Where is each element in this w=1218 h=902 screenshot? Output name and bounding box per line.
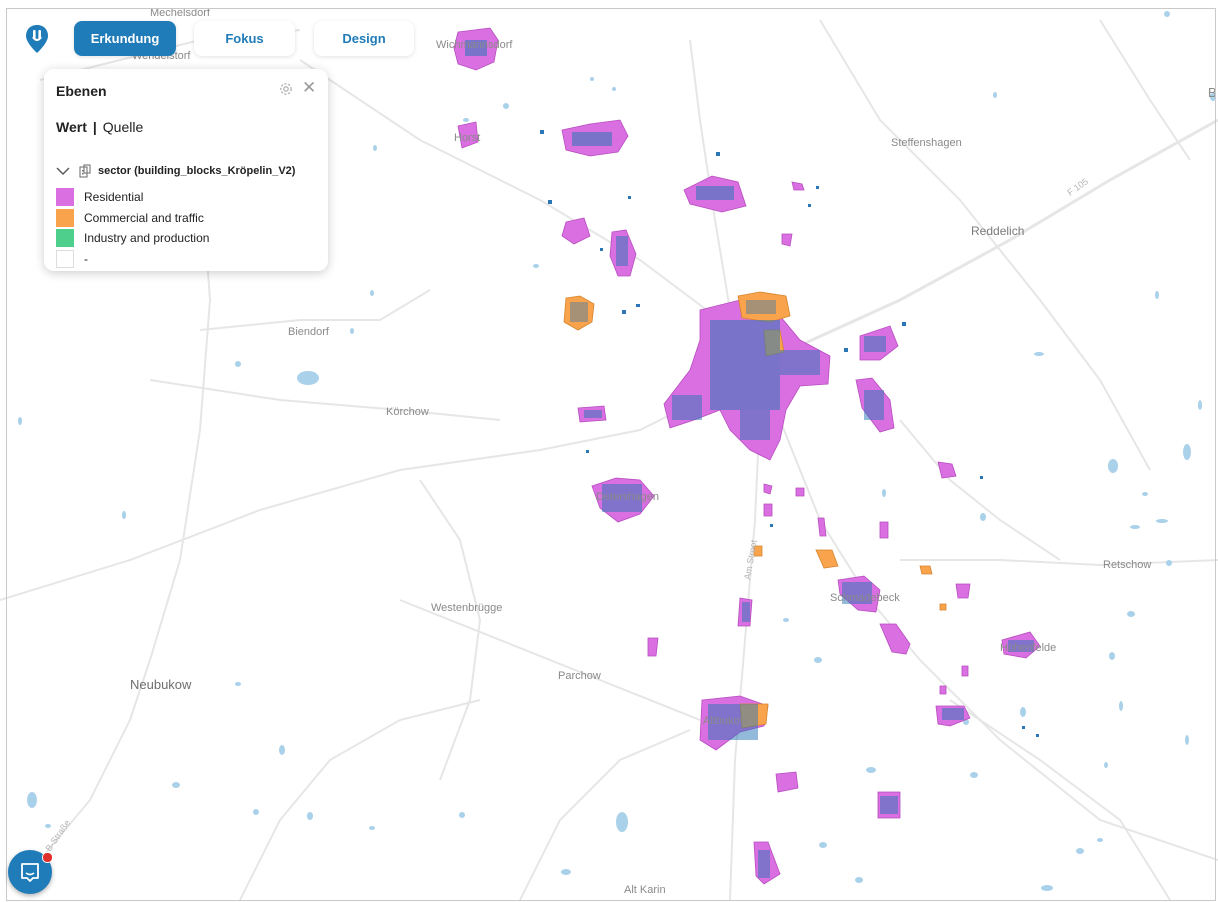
settings-gear-icon[interactable] (278, 81, 294, 97)
legend-item-industry: Industry and production (56, 228, 209, 248)
residential-areas (453, 27, 1041, 885)
value-source-tabs: Wert | Quelle (56, 119, 143, 135)
layer-row-sector[interactable]: sector (building_blocks_Kröpelin_V2) (56, 163, 295, 179)
building-footprints (465, 40, 1039, 878)
place-mechelsdorf: Mechelsdorf (150, 7, 211, 19)
place-steffenshagen: Steffenshagen (891, 137, 962, 149)
place-horst: Horst (454, 132, 480, 144)
place-altkarin: Alt Karin (624, 884, 666, 896)
legend: Residential Commercial and traffic Indus… (56, 187, 209, 269)
place-biendorf: Biendorf (288, 326, 330, 338)
legend-label: - (84, 251, 88, 266)
legend-swatch-none (56, 249, 74, 268)
layers-panel: Ebenen ✕ Wert | Quelle sector (building_bl… (44, 69, 328, 271)
notification-dot (42, 852, 53, 863)
place-altbukow: Altbukow (703, 715, 748, 727)
layer-name: sector (building_blocks_Kröpelin_V2) (98, 165, 296, 177)
chat-launcher-button[interactable] (8, 850, 53, 894)
location-pin-logo-icon[interactable] (24, 24, 50, 54)
tab-value[interactable]: Wert (56, 119, 87, 135)
legend-label: Residential (84, 190, 144, 204)
place-hohenfelde: Hohenfelde (1000, 642, 1056, 654)
legend-item-commercial: Commercial and traffic (56, 208, 209, 228)
mode-design-button[interactable]: Design (314, 21, 414, 56)
place-westenbrugge: Westenbrügge (431, 602, 502, 614)
legend-swatch-commercial (56, 208, 74, 227)
road-label-am-strasse: Am Stroot (742, 539, 759, 581)
place-detershagen: Detershagen (596, 491, 659, 503)
place-schmadebeck: Schmadebeck (830, 592, 900, 604)
chat-bubble-icon (21, 863, 39, 882)
legend-item-none: - (56, 249, 209, 269)
road-labels: F 105 Am Stroot B-Straße (43, 176, 1090, 853)
place-b-edge: B (1208, 85, 1217, 100)
place-wichmannsdorf: Wichmannsdorf (436, 39, 513, 51)
tab-source[interactable]: Quelle (103, 119, 143, 135)
chevron-down-icon[interactable] (56, 166, 70, 176)
place-reddelich: Reddelich (971, 224, 1024, 238)
road-label-b-strasse: B-Straße (43, 818, 72, 853)
legend-item-residential: Residential (56, 187, 209, 207)
building-layer-icon (79, 164, 91, 178)
mode-fokus-button[interactable]: Fokus (194, 21, 295, 56)
mode-erkundung-button[interactable]: Erkundung (74, 21, 176, 56)
legend-swatch-industry (56, 229, 74, 247)
legend-label: Commercial and traffic (84, 210, 204, 225)
place-korchow: Körchow (386, 406, 429, 418)
layers-panel-title: Ebenen (56, 83, 107, 99)
place-retschow: Retschow (1103, 559, 1151, 571)
close-icon[interactable]: ✕ (302, 79, 316, 96)
place-neubukow: Neubukow (130, 677, 192, 692)
tab-separator: | (92, 119, 97, 135)
legend-swatch-residential (56, 188, 74, 206)
legend-label: Industry and production (84, 231, 210, 245)
place-parchow: Parchow (558, 670, 601, 682)
